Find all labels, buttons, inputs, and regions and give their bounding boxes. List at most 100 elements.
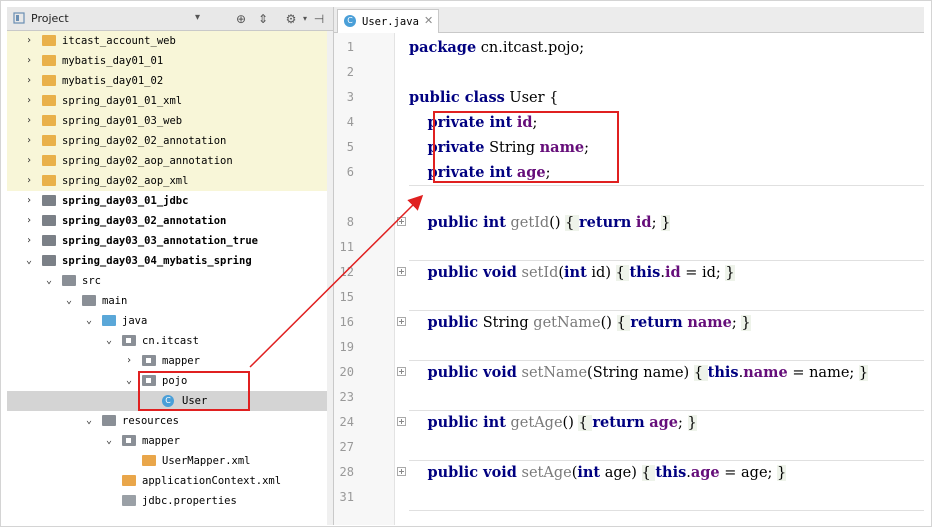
code-line[interactable]: 2 <box>334 60 924 85</box>
tree-item[interactable]: › spring_day03_02_annotation <box>7 211 333 231</box>
tree-item[interactable]: › spring_day01_03_web <box>7 111 333 131</box>
tree-item[interactable]: ⌄ cn.itcast <box>7 331 333 351</box>
code-token: name <box>687 314 732 331</box>
code-token: { <box>578 415 593 431</box>
tree-item[interactable]: › mybatis_day01_02 <box>7 71 333 91</box>
close-icon[interactable]: ✕ <box>424 14 433 27</box>
code-area[interactable]: 1 package cn.itcast.pojo; 2 3 public class U… <box>334 33 924 525</box>
code-line[interactable]: 5 private String name; <box>334 135 924 160</box>
chevron-right-icon[interactable]: › <box>24 215 34 227</box>
line-number: 27 <box>339 440 354 454</box>
tree-scrollbar[interactable] <box>327 31 333 525</box>
chevron-right-icon[interactable]: › <box>24 235 34 247</box>
code-line[interactable]: 28 public void setAge(int age) { this.ag… <box>334 460 924 485</box>
tree-item-label: mybatis_day01_02 <box>62 75 164 87</box>
method-separator <box>409 410 924 411</box>
tree-item[interactable]: › spring_day02_aop_xml <box>7 171 333 191</box>
fold-expand-icon[interactable] <box>397 367 406 376</box>
code-token: ; <box>651 215 662 231</box>
fold-expand-icon[interactable] <box>397 267 406 276</box>
tree-item[interactable]: ⌄ resources <box>7 411 333 431</box>
fold-expand-icon[interactable] <box>397 217 406 226</box>
collapse-all-icon[interactable]: ⇕ <box>255 11 271 27</box>
tree-item[interactable]: ⌄ java <box>7 311 333 331</box>
code-line[interactable]: 12 public void setId(int id) { this.id =… <box>334 260 924 285</box>
tree-item[interactable]: › itcast_account_web <box>7 31 333 51</box>
tree-item[interactable]: › spring_day03_01_jdbc <box>7 191 333 211</box>
tree-item[interactable]: ⌄ mapper <box>7 431 333 451</box>
code-line[interactable]: 1 package cn.itcast.pojo; <box>334 35 924 60</box>
code-line[interactable]: 6 private int age; <box>334 160 924 185</box>
code-token: { <box>565 215 579 231</box>
fold-expand-icon[interactable] <box>397 417 406 426</box>
code-token: getId <box>510 215 550 231</box>
code-line[interactable]: 19 <box>334 335 924 360</box>
tree-item[interactable]: UserMapper.xml <box>7 451 333 471</box>
tree-item[interactable]: › spring_day02_aop_annotation <box>7 151 333 171</box>
tree-item[interactable]: ⌄ spring_day03_04_mybatis_spring <box>7 251 333 271</box>
code-line[interactable]: 20 public void setName(String name) { th… <box>334 360 924 385</box>
tree-item[interactable]: › mapper <box>7 351 333 371</box>
tree-item-label: cn.itcast <box>142 335 199 347</box>
code-line[interactable]: 23 <box>334 385 924 410</box>
chevron-right-icon[interactable]: › <box>24 115 34 127</box>
code-line[interactable]: 27 <box>334 435 924 460</box>
code-token: public int <box>427 214 506 231</box>
code-token: = id; <box>680 265 726 281</box>
xml-file-icon <box>142 455 156 466</box>
xml-file-icon <box>122 475 136 486</box>
tree-item[interactable]: applicationContext.xml <box>7 471 333 491</box>
chevron-right-icon[interactable]: › <box>24 55 34 67</box>
code-line[interactable]: 8 public int getId() { return id; } <box>334 210 924 235</box>
chevron-down-icon[interactable]: ⌄ <box>44 275 54 287</box>
tree-item[interactable]: › spring_day03_03_annotation_true <box>7 231 333 251</box>
code-line[interactable]: 11 <box>334 235 924 260</box>
code-line[interactable]: 4 private int id; <box>334 110 924 135</box>
project-panel-title[interactable]: Project <box>31 12 69 25</box>
chevron-down-icon[interactable]: ⌄ <box>124 375 134 387</box>
chevron-down-icon[interactable]: ⌄ <box>84 415 94 427</box>
code-line[interactable]: 15 <box>334 285 924 310</box>
chevron-right-icon[interactable]: › <box>24 195 34 207</box>
line-number: 5 <box>346 140 354 154</box>
chevron-right-icon[interactable]: › <box>24 75 34 87</box>
code-line[interactable] <box>334 185 924 210</box>
folder-icon <box>42 155 56 166</box>
locate-icon[interactable]: ⊕ <box>233 11 249 27</box>
tree-item[interactable]: ⌄ src <box>7 271 333 291</box>
tree-item[interactable]: ⌄ main <box>7 291 333 311</box>
line-number: 15 <box>339 290 354 304</box>
code-token: public class <box>409 89 505 106</box>
code-line[interactable]: 16 public String getName() { return name… <box>334 310 924 335</box>
tree-item-label: mybatis_day01_01 <box>62 55 164 67</box>
chevron-right-icon[interactable]: › <box>24 95 34 107</box>
tab-user-java[interactable]: C User.java ✕ <box>337 9 439 33</box>
chevron-right-icon[interactable]: › <box>24 175 34 187</box>
hide-panel-icon[interactable]: ⊣ <box>311 11 327 27</box>
tree-item[interactable]: › mybatis_day01_01 <box>7 51 333 71</box>
line-number: 24 <box>339 415 354 429</box>
chevron-down-icon[interactable]: ⌄ <box>104 435 114 447</box>
tree-item[interactable]: jdbc.properties <box>7 491 333 511</box>
chevron-right-icon[interactable]: › <box>24 155 34 167</box>
project-panel: Project ▾ ⊕ ⇕ ⚙ ▾ ⊣ › itcast_account_web ›… <box>7 7 334 525</box>
tree-item[interactable]: › spring_day02_02_annotation <box>7 131 333 151</box>
chevron-down-icon[interactable]: ⌄ <box>84 315 94 327</box>
view-dropdown-icon[interactable]: ▾ <box>195 12 200 23</box>
fold-expand-icon[interactable] <box>397 467 406 476</box>
chevron-right-icon[interactable]: › <box>24 35 34 47</box>
code-line[interactable]: 3 public class User { <box>334 85 924 110</box>
code-line[interactable] <box>334 510 924 525</box>
code-line[interactable]: 31 <box>334 485 924 510</box>
tree-item[interactable]: › spring_day01_01_xml <box>7 91 333 111</box>
chevron-right-icon[interactable]: › <box>124 355 134 367</box>
chevron-down-icon[interactable]: ⌄ <box>104 335 114 347</box>
fold-expand-icon[interactable] <box>397 317 406 326</box>
chevron-down-icon[interactable]: ⌄ <box>64 295 74 307</box>
chevron-right-icon[interactable]: › <box>24 135 34 147</box>
code-line[interactable]: 24 public int getAge() { return age; } <box>334 410 924 435</box>
line-number: 16 <box>339 315 354 329</box>
code-token: { <box>616 315 631 331</box>
chevron-down-icon[interactable]: ⌄ <box>24 255 34 267</box>
